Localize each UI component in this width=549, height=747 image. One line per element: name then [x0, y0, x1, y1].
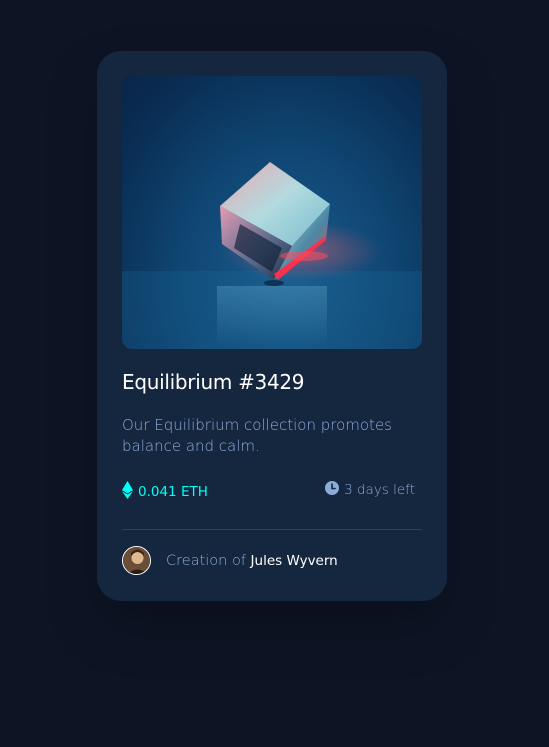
nft-description: Our Equilibrium collection promotes bala… — [122, 416, 392, 455]
time-left-value: 3 days left — [344, 482, 415, 498]
nft-card: Equilibrium #3429 Our Equilibrium collec… — [97, 51, 447, 601]
price-info: 0.041 ETH — [122, 481, 208, 503]
creator-prefix: Creation of — [166, 552, 246, 569]
time-left-info: 3 days left — [325, 481, 415, 499]
clock-icon — [325, 481, 340, 499]
nft-title[interactable]: Equilibrium #3429 — [122, 370, 305, 394]
creator-row: Creation of Jules Wyvern — [122, 546, 338, 575]
avatar[interactable] — [122, 546, 151, 575]
creator-text: Creation of Jules Wyvern — [166, 553, 338, 569]
nft-image[interactable] — [122, 76, 422, 349]
equilibrium-cube-image — [122, 162, 422, 349]
price-value: 0.041 ETH — [138, 484, 208, 500]
creator-name[interactable]: Jules Wyvern — [251, 553, 338, 569]
ethereum-icon — [122, 481, 133, 503]
divider — [122, 529, 422, 530]
